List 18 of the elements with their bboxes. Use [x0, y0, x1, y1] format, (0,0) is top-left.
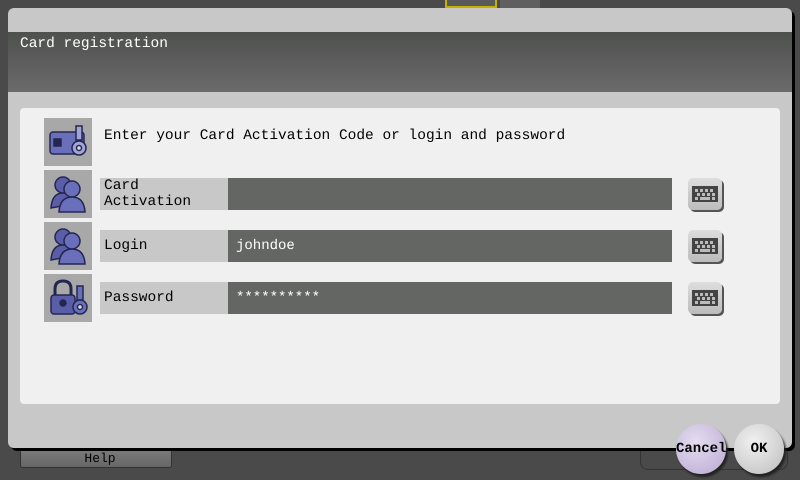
toolbar-button[interactable]: [445, 0, 497, 8]
field-label: Password: [100, 282, 228, 314]
input-field[interactable]: johndoe: [228, 230, 672, 262]
users-icon: [48, 226, 88, 266]
instruction-text: Enter your Card Activation Code or login and password: [104, 128, 566, 144]
field-label: Card Activation: [100, 178, 228, 210]
keyboard-icon: [692, 236, 718, 256]
keyboard-button[interactable]: [688, 178, 722, 210]
dialog-title: Card registration: [20, 36, 168, 52]
input-field[interactable]: [228, 178, 672, 210]
field-label: Login: [100, 230, 228, 262]
users-icon: [48, 174, 88, 214]
input-field[interactable]: **********: [228, 282, 672, 314]
keyboard-icon: [692, 184, 718, 204]
keyboard-icon: [692, 288, 718, 308]
keyboard-button[interactable]: [688, 230, 722, 262]
lock-key-icon: [48, 278, 88, 318]
keyboard-button[interactable]: [688, 282, 722, 314]
